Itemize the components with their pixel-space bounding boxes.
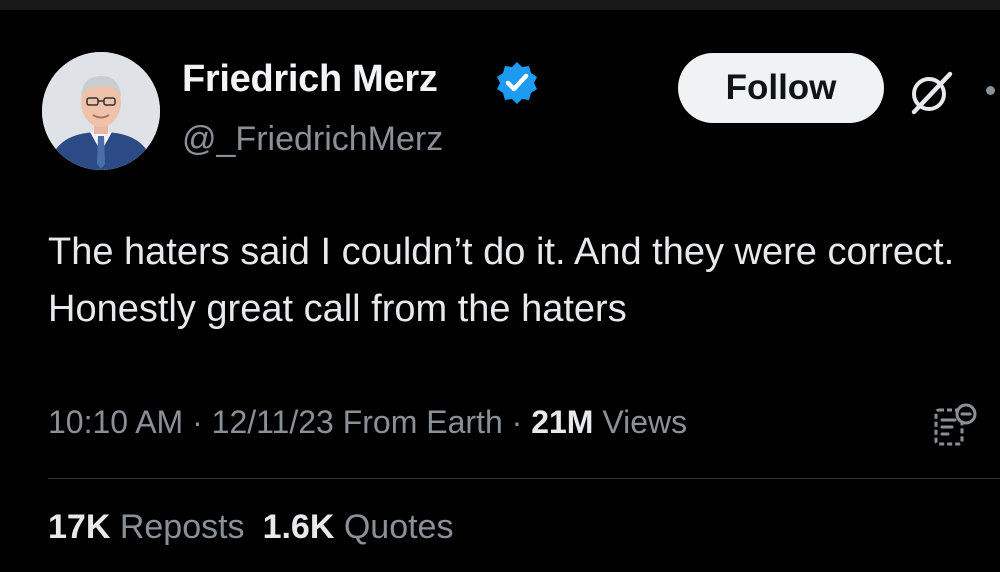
author-display-name[interactable]: Friedrich Merz — [182, 58, 438, 101]
avatar-photo — [42, 52, 160, 170]
top-strip — [0, 0, 1000, 10]
tweet-date[interactable]: 12/11/23 — [212, 404, 334, 440]
quotes-label: Quotes — [334, 508, 454, 546]
avatar[interactable] — [42, 52, 160, 170]
more-options-icon[interactable] — [986, 86, 995, 95]
divider — [48, 478, 1000, 479]
grok-icon[interactable] — [904, 64, 960, 120]
quotes-stat[interactable]: 1.6K Quotes — [263, 508, 454, 546]
reposts-count: 17K — [48, 508, 111, 546]
verified-badge-icon[interactable] — [494, 60, 540, 106]
views-label: Views — [593, 404, 688, 440]
reposts-label: Reposts — [110, 508, 245, 546]
follow-button[interactable]: Follow — [678, 53, 884, 123]
author-handle[interactable]: @_FriedrichMerz — [182, 120, 443, 159]
tweet-time[interactable]: 10:10 AM — [48, 404, 183, 440]
post-analytics-icon[interactable] — [928, 400, 980, 452]
meta-separator-2: · — [502, 404, 532, 440]
tweet-meta: 10:10 AM · 12/11/23 From Earth · 21M Vie… — [48, 404, 687, 441]
quotes-count: 1.6K — [262, 508, 335, 546]
engagement-stats: 17K Reposts 1.6K Quotes — [48, 508, 453, 547]
meta-separator: · — [183, 404, 212, 440]
tweet-source: From Earth — [333, 404, 503, 440]
reposts-stat[interactable]: 17K Reposts — [48, 508, 245, 546]
views-count: 21M — [531, 404, 594, 440]
tweet-text: The haters said I couldn’t do it. And th… — [48, 231, 955, 330]
